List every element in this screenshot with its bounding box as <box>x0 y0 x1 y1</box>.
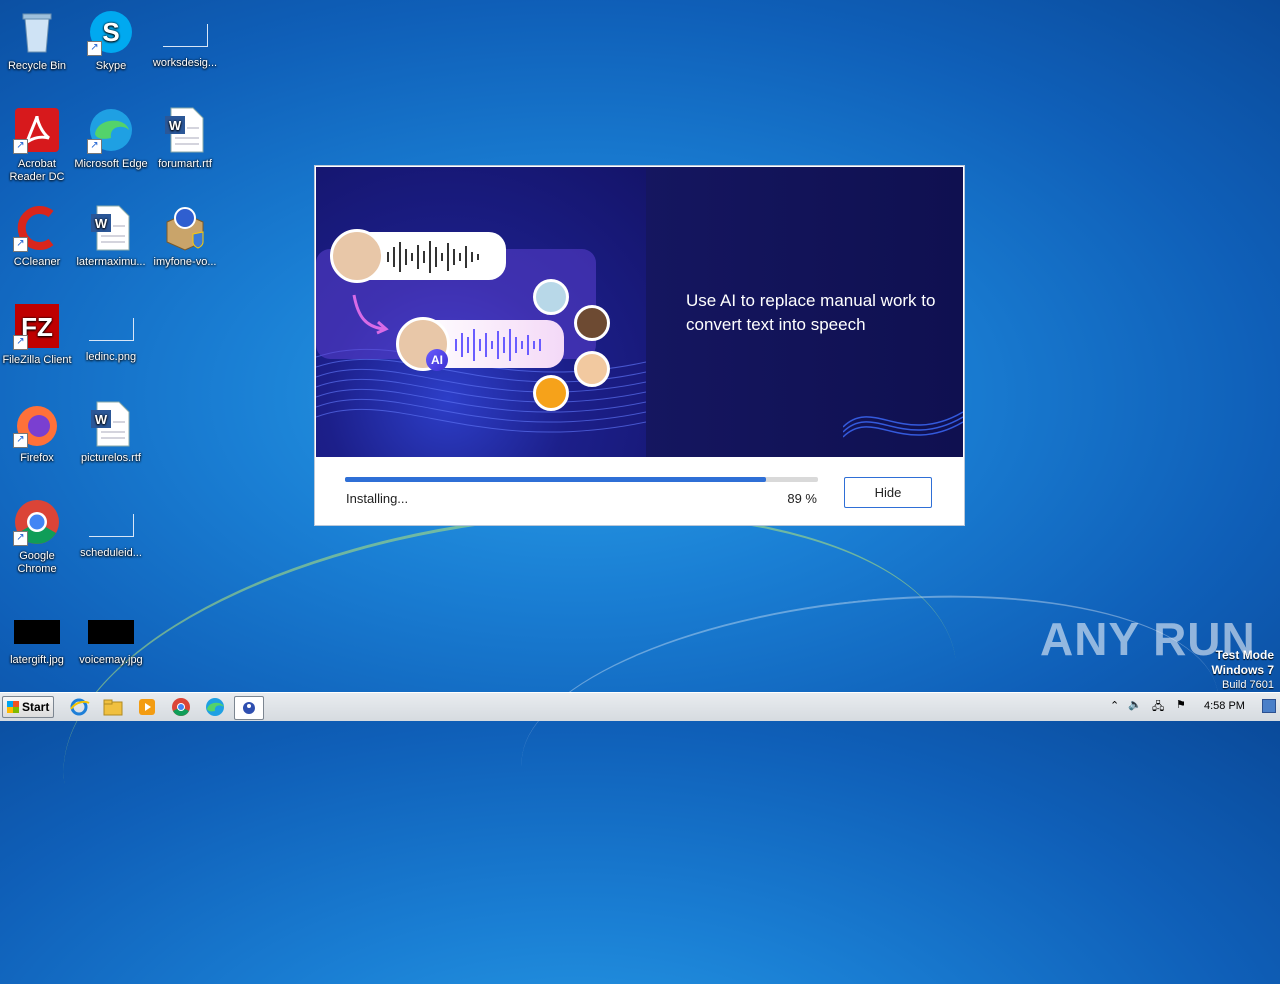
start-button[interactable]: Start <box>2 696 54 718</box>
desktop-icon-imyfone[interactable]: imyfone-vo... <box>148 204 222 269</box>
install-status-text: Installing... <box>346 491 409 506</box>
avatar <box>533 375 569 411</box>
word-document-icon: W <box>161 106 209 154</box>
chrome-icon[interactable] <box>170 697 192 717</box>
avatar <box>574 351 610 387</box>
image-thumbnail <box>88 514 134 537</box>
windows-version-line: Windows 7 <box>1211 663 1274 677</box>
svg-text:W: W <box>95 412 108 427</box>
installer-icon[interactable] <box>234 696 264 720</box>
waveform-icon <box>387 241 479 273</box>
edge-icon[interactable] <box>204 697 226 717</box>
explorer-icon[interactable] <box>102 697 124 717</box>
desktop-icon-label: worksdesig... <box>152 57 218 69</box>
ccleaner-icon: ↗ <box>13 204 61 252</box>
image-thumbnail <box>88 620 134 644</box>
install-progress-fill <box>345 477 766 482</box>
desktop-icon-voicemay[interactable]: voicemay.jpg <box>74 606 148 667</box>
show-hidden-icons-icon[interactable]: ⌃ <box>1110 699 1119 712</box>
hide-button[interactable]: Hide <box>844 477 932 508</box>
desktop-icon-label: FileZilla Client <box>2 354 72 366</box>
desktop-icon-ledinc[interactable]: ledinc.png <box>74 302 148 364</box>
chrome-icon: ↗ <box>13 498 61 546</box>
desktop-icon-label: Microsoft Edge <box>74 158 148 170</box>
test-mode-notice: Test Mode Windows 7 Build 7601 <box>1211 648 1274 692</box>
desktop-icon-chrome[interactable]: ↗ Google Chrome <box>0 498 74 576</box>
install-progress-percent: 89 % <box>787 491 817 506</box>
image-thumbnail <box>88 318 134 341</box>
desktop-icon-label: scheduleid... <box>80 547 142 559</box>
desktop-icon-label: Recycle Bin <box>7 60 67 72</box>
build-line: Build 7601 <box>1222 679 1274 691</box>
installer-window: AI Use AI to replace manual work to conv… <box>315 166 964 525</box>
media-player-icon[interactable] <box>136 697 158 717</box>
clock[interactable]: 4:58 PM <box>1204 700 1245 712</box>
desktop-icon-acrobat[interactable]: ↗ Acrobat Reader DC <box>0 106 74 184</box>
desktop-icon-label: imyfone-vo... <box>153 256 217 268</box>
wallpaper-swoosh <box>36 459 984 984</box>
desktop-icon-latergift[interactable]: latergift.jpg <box>0 606 74 667</box>
installer-package-icon <box>161 204 209 252</box>
skype-icon: S ↗ <box>87 8 135 56</box>
desktop-icon-label: latermaximu... <box>76 256 146 268</box>
installer-banner: AI Use AI to replace manual work to conv… <box>316 167 963 457</box>
ai-badge: AI <box>426 349 448 371</box>
desktop-icon-scheduleid[interactable]: scheduleid... <box>74 498 148 560</box>
action-center-flag-icon[interactable]: ⚑ <box>1176 698 1186 711</box>
desktop-icon-label: CCleaner <box>13 256 61 268</box>
desktop-icon-latermaximu[interactable]: W latermaximu... <box>74 204 148 269</box>
test-mode-line: Test Mode <box>1215 648 1274 662</box>
desktop-icon-picturelos[interactable]: W picturelos.rtf <box>74 400 148 465</box>
ie-icon[interactable] <box>68 697 90 717</box>
desktop-icon-label: Skype <box>95 60 127 72</box>
desktop-icon-label: picturelos.rtf <box>81 452 141 464</box>
start-label: Start <box>22 700 50 714</box>
desktop-icon-label: Acrobat Reader DC <box>9 158 65 183</box>
avatar <box>330 229 384 283</box>
image-thumbnail <box>14 620 60 644</box>
image-thumbnail <box>162 24 208 47</box>
system-tray: ⌃ 🔈 🖧 ⚑ 4:58 PM <box>1102 695 1278 719</box>
banner-illustration: AI <box>316 167 646 457</box>
svg-text:S: S <box>102 17 119 47</box>
avatar <box>574 305 610 341</box>
installer-tagline: Use AI to replace manual work to convert… <box>686 291 936 334</box>
desktop-icon-label: forumart.rtf <box>158 158 212 170</box>
network-icon[interactable]: 🖧 <box>1152 698 1164 717</box>
show-desktop-button[interactable] <box>1262 699 1276 713</box>
desktop-icon-label: Google Chrome <box>17 550 57 575</box>
desktop-icon-label: latergift.jpg <box>10 654 64 666</box>
desktop-icon-firefox[interactable]: ↗ Firefox <box>0 400 74 465</box>
svg-text:W: W <box>169 118 182 133</box>
filezilla-icon: FZ ↗ <box>13 302 61 350</box>
word-document-icon: W <box>87 400 135 448</box>
desktop-icon-edge[interactable]: ↗ Microsoft Edge <box>74 106 148 171</box>
wave-decoration <box>843 411 963 438</box>
waveform-icon <box>455 329 541 361</box>
acrobat-icon: ↗ <box>13 106 61 154</box>
desktop-icon-recycle-bin[interactable]: Recycle Bin <box>0 8 74 73</box>
desktop-icon-label: voicemay.jpg <box>79 654 143 666</box>
windows-logo-icon <box>7 701 19 713</box>
volume-icon[interactable]: 🔈 <box>1128 698 1142 711</box>
desktop-icon-forumart[interactable]: W forumart.rtf <box>148 106 222 171</box>
desktop-icon-filezilla[interactable]: FZ ↗ FileZilla Client <box>0 302 74 367</box>
recycle-bin-icon <box>13 8 61 56</box>
desktop-icon-worksdesig[interactable]: worksdesig... <box>148 8 222 70</box>
avatar <box>533 279 569 315</box>
desktop-icon-ccleaner[interactable]: ↗ CCleaner <box>0 204 74 269</box>
svg-text:W: W <box>95 216 108 231</box>
taskbar: Start ⌃ 🔈 🖧 ⚑ 4:58 PM <box>0 692 1280 721</box>
desktop-icon-label: ledinc.png <box>85 351 137 363</box>
install-progress-bar <box>345 477 818 482</box>
edge-icon: ↗ <box>87 106 135 154</box>
desktop-icon-skype[interactable]: S ↗ Skype <box>74 8 148 73</box>
desktop-icon-label: Firefox <box>20 452 54 464</box>
firefox-icon: ↗ <box>13 400 61 448</box>
word-document-icon: W <box>87 204 135 252</box>
